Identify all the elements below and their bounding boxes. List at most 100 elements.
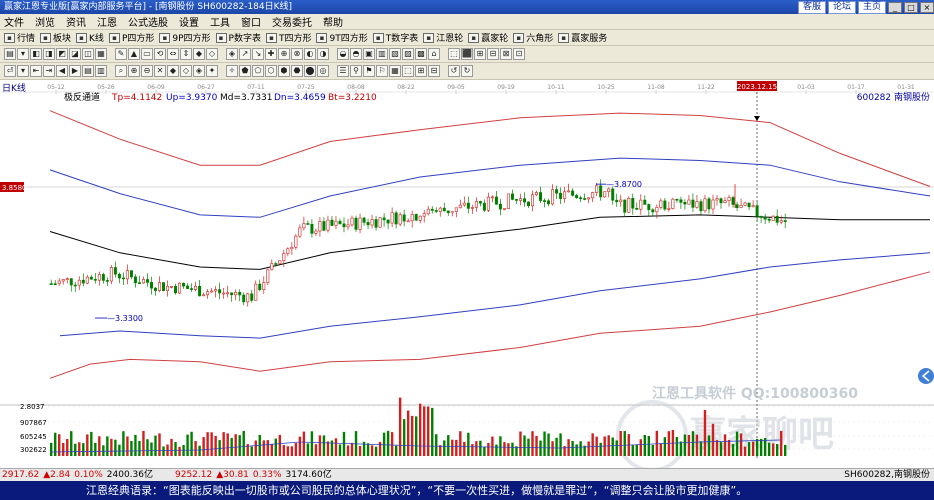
analysis-tool-icon-11[interactable]: ✕	[154, 65, 166, 77]
toolbar-button-4[interactable]: ▪ 9P四方形	[159, 31, 211, 44]
draw-tool-icon-24[interactable]: ◒	[337, 48, 349, 60]
draw-tool-icon-17[interactable]: ↗	[239, 48, 251, 60]
draw-tool-icon-34[interactable]: ⊞	[474, 48, 486, 60]
homepage-link[interactable]: 主页	[857, 0, 886, 14]
analysis-tool-icon-29[interactable]: ⬚	[402, 65, 414, 77]
menu-item-2[interactable]: 资讯	[66, 14, 86, 29]
kline-chart-area[interactable]: 江恩工具软件 QQ:100800360 赢家聊吧 日K线 极反通道 Tp=4.1142…	[0, 80, 934, 472]
draw-tool-icon-3[interactable]: ◨	[43, 48, 55, 60]
draw-tool-icon-21[interactable]: ⊗	[291, 48, 303, 60]
menu-item-6[interactable]: 工具	[210, 14, 230, 29]
draw-tool-icon-26[interactable]: ▣	[363, 48, 375, 60]
draw-tool-icon-10[interactable]: ▭	[141, 48, 153, 60]
menu-item-0[interactable]: 文件	[4, 14, 24, 29]
draw-tool-icon-23[interactable]: ◑	[317, 48, 329, 60]
analysis-tool-icon-4[interactable]: ◀	[56, 65, 68, 77]
draw-tool-icon-16[interactable]: ◈	[226, 48, 238, 60]
draw-tool-icon-2[interactable]: ◧	[30, 48, 42, 60]
menu-item-8[interactable]: 交易委托	[272, 14, 312, 29]
analysis-tool-icon-1[interactable]: ▾	[17, 65, 29, 77]
draw-tool-icon-35[interactable]: ⊟	[487, 48, 499, 60]
analysis-tool-icon-28[interactable]: ▦	[389, 65, 401, 77]
draw-tool-icon-29[interactable]: ▨	[402, 48, 414, 60]
analysis-tool-icon-7[interactable]: ▥	[95, 65, 107, 77]
toolbar-button-5[interactable]: ▪ P数字表	[215, 31, 261, 44]
analysis-tool-icon-2[interactable]: ⇤	[30, 65, 42, 77]
analysis-tool-icon-25[interactable]: ⚲	[350, 65, 362, 77]
toolbar-button-0[interactable]: ▪ 行情	[4, 31, 35, 44]
customer-service-link[interactable]: 客服	[797, 0, 826, 14]
draw-tool-icon-33[interactable]: ⬛	[461, 48, 473, 60]
analysis-tool-icon-20[interactable]: ⬢	[278, 65, 290, 77]
menu-item-4[interactable]: 公式选股	[128, 14, 168, 29]
analysis-tool-icon-10[interactable]: ⊖	[141, 65, 153, 77]
draw-tool-icon-6[interactable]: ◫	[82, 48, 94, 60]
draw-tool-icon-1[interactable]: ▾	[17, 48, 29, 60]
analysis-tool-icon-23[interactable]: ◎	[317, 65, 329, 77]
close-button[interactable]: ×	[920, 1, 934, 13]
maximize-button[interactable]: □	[904, 1, 918, 13]
draw-tool-icon-7[interactable]: ▦	[95, 48, 107, 60]
draw-tool-icon-28[interactable]: ▧	[389, 48, 401, 60]
draw-tool-icon-27[interactable]: ▥	[376, 48, 388, 60]
draw-tool-icon-9[interactable]: ▲	[128, 48, 140, 60]
analysis-tool-icon-32[interactable]: ↺	[448, 65, 460, 77]
analysis-tool-icon-12[interactable]: ◆	[167, 65, 179, 77]
analysis-tool-icon-3[interactable]: ⇥	[43, 65, 55, 77]
toolbar-button-12[interactable]: ▪ 赢家服务	[558, 31, 607, 44]
analysis-tool-icon-13[interactable]: ◇	[180, 65, 192, 77]
draw-tool-icon-25[interactable]: ◓	[350, 48, 362, 60]
menu-item-3[interactable]: 江恩	[97, 14, 117, 29]
menu-item-1[interactable]: 浏览	[35, 14, 55, 29]
analysis-tool-icon-9[interactable]: ⊕	[128, 65, 140, 77]
draw-tool-icon-32[interactable]: ⬚	[448, 48, 460, 60]
toolbar-button-6[interactable]: ▪ T四方形	[265, 31, 311, 44]
draw-tool-icon-0[interactable]: ▤	[4, 48, 16, 60]
draw-tool-icon-5[interactable]: ◪	[69, 48, 81, 60]
draw-tool-icon-4[interactable]: ◩	[56, 48, 68, 60]
toolbar-button-3[interactable]: ▪ P四方形	[108, 31, 154, 44]
toolbar-button-7[interactable]: ▪ 9T四方形	[316, 31, 368, 44]
menu-item-5[interactable]: 设置	[179, 14, 199, 29]
draw-tool-icon-20[interactable]: ⊕	[278, 48, 290, 60]
analysis-tool-icon-6[interactable]: ▤	[82, 65, 94, 77]
current-stock-label[interactable]: SH600282,南钢股份	[844, 469, 934, 481]
analysis-tool-icon-33[interactable]: ↻	[461, 65, 473, 77]
draw-tool-icon-30[interactable]: ▩	[415, 48, 427, 60]
kline-chart-svg[interactable]: 江恩工具软件 QQ:100800360赢家聊吧 日K线极反通道 Tp=4.1142…	[0, 80, 934, 472]
menu-item-9[interactable]: 帮助	[323, 14, 343, 29]
toolbar-button-10[interactable]: ▪ 赢家轮	[468, 31, 508, 44]
analysis-tool-icon-30[interactable]: ⊞	[415, 65, 427, 77]
toolbar-button-2[interactable]: ▪ K线	[76, 31, 104, 44]
analysis-tool-icon-26[interactable]: ⚑	[363, 65, 375, 77]
analysis-tool-icon-21[interactable]: ⬣	[291, 65, 303, 77]
toolbar-button-1[interactable]: ▪ 板块	[40, 31, 71, 44]
analysis-tool-icon-14[interactable]: ◈	[193, 65, 205, 77]
analysis-tool-icon-18[interactable]: ⬠	[252, 65, 264, 77]
draw-tool-icon-12[interactable]: ⇔	[167, 48, 179, 60]
toolbar-button-9[interactable]: ▪ 江恩轮	[423, 31, 463, 44]
analysis-tool-icon-5[interactable]: ▶	[69, 65, 81, 77]
draw-tool-icon-18[interactable]: ↘	[252, 48, 264, 60]
analysis-tool-icon-16[interactable]: ✧	[226, 65, 238, 77]
draw-tool-icon-11[interactable]: ⟲	[154, 48, 166, 60]
analysis-tool-icon-8[interactable]: ⌕	[115, 65, 127, 77]
analysis-tool-icon-27[interactable]: ⚐	[376, 65, 388, 77]
analysis-tool-icon-0[interactable]: ⏎	[4, 65, 16, 77]
analysis-tool-icon-22[interactable]: ⬤	[304, 65, 316, 77]
analysis-tool-icon-19[interactable]: ⬡	[265, 65, 277, 77]
menu-item-7[interactable]: 窗口	[241, 14, 261, 29]
analysis-tool-icon-31[interactable]: ⊟	[428, 65, 440, 77]
draw-tool-icon-15[interactable]: ◇	[206, 48, 218, 60]
draw-tool-icon-8[interactable]: ✎	[115, 48, 127, 60]
analysis-tool-icon-24[interactable]: ☰	[337, 65, 349, 77]
toolbar-button-8[interactable]: ▪ T数字表	[372, 31, 418, 44]
draw-tool-icon-36[interactable]: ⊠	[500, 48, 512, 60]
draw-tool-icon-19[interactable]: ✚	[265, 48, 277, 60]
draw-tool-icon-37[interactable]: ⊡	[513, 48, 525, 60]
draw-tool-icon-31[interactable]: ⌂	[428, 48, 440, 60]
forum-link[interactable]: 论坛	[827, 0, 856, 14]
draw-tool-icon-22[interactable]: ◐	[304, 48, 316, 60]
draw-tool-icon-13[interactable]: ⇕	[180, 48, 192, 60]
analysis-tool-icon-17[interactable]: ⬟	[239, 65, 251, 77]
